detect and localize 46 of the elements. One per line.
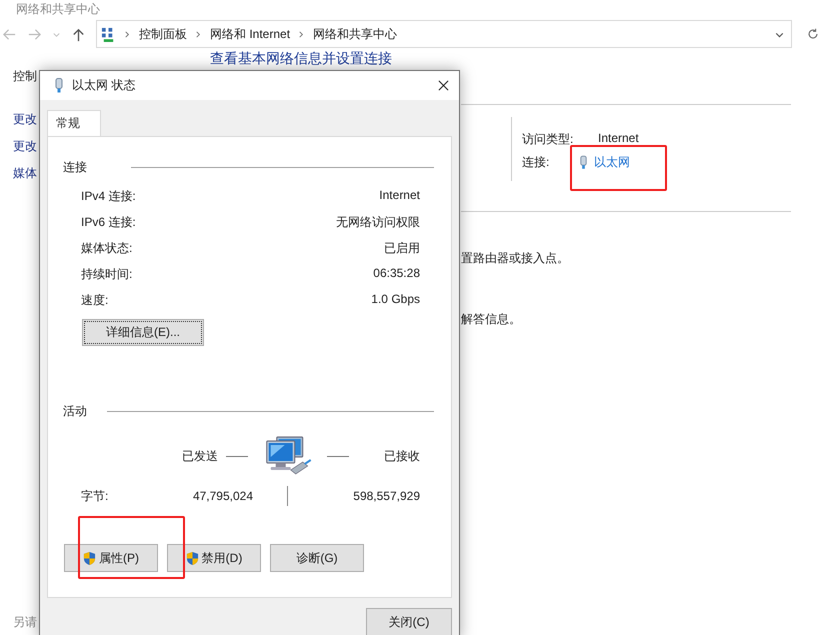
action-button[interactable]: 诊断(G) (270, 544, 364, 572)
bytes-received: 598,557,929 (352, 489, 420, 503)
info-label: 访问类型: (522, 131, 574, 148)
address-bar[interactable]: 控制面板 网络和 Internet 网络和共享中心 (96, 20, 792, 48)
refresh-icon[interactable] (806, 27, 820, 41)
chevron-right-icon (298, 30, 306, 38)
info-label: 连接: (522, 154, 550, 171)
received-label: 已接收 (384, 448, 420, 464)
field-value: 1.0 Gbps (371, 292, 420, 307)
bytes-label: 字节: (81, 488, 110, 504)
action-button[interactable]: 禁用(D) (167, 544, 261, 572)
group-title: 活动 (63, 403, 87, 420)
window-title: 网络和共享中心 (16, 2, 101, 16)
field-value: 06:35:28 (373, 266, 420, 281)
field-value: Internet (379, 188, 420, 203)
field-value: 无网络访问权限 (336, 214, 420, 229)
field-label: IPv4 连接: (81, 188, 136, 203)
action-button[interactable]: 属性(P) (64, 544, 158, 572)
ethernet-icon (54, 77, 64, 94)
breadcrumb[interactable]: 网络和共享中心 (313, 26, 398, 42)
breadcrumb[interactable]: 网络和 Internet (210, 26, 290, 42)
field-value: 已启用 (384, 240, 420, 255)
sent-label: 已发送 (182, 448, 218, 464)
field-label: 媒体状态: (81, 240, 132, 255)
group-title: 连接 (63, 159, 87, 176)
field-label: IPv6 连接: (81, 214, 136, 229)
details-button[interactable]: 详细信息(E)... (82, 319, 204, 346)
up-arrow-icon[interactable] (71, 26, 86, 42)
breadcrumb[interactable]: 控制面板 (139, 26, 187, 42)
chevron-right-icon (195, 30, 202, 38)
close-icon[interactable] (438, 80, 449, 91)
ethernet-icon (579, 155, 588, 170)
tab[interactable]: 常规 (47, 110, 101, 136)
info-value: Internet (598, 131, 639, 147)
chevron-right-icon (124, 30, 131, 38)
sidebar-heading: 另请 (13, 614, 38, 631)
hint-text: 置路由器或接入点。 (461, 250, 570, 267)
field-label: 速度: (81, 292, 108, 307)
bytes-sent: 47,795,024 (192, 489, 253, 503)
close-button[interactable]: 关闭(C) (366, 608, 452, 635)
dialog-title: 以太网 状态 (72, 77, 136, 94)
network-icon (101, 26, 116, 42)
field-label: 持续时间: (81, 266, 132, 281)
page-heading: 查看基本网络信息并设置连接 (210, 50, 393, 67)
hint-text: 解答信息。 (461, 311, 522, 328)
connection-link[interactable]: 以太网 (594, 154, 630, 171)
